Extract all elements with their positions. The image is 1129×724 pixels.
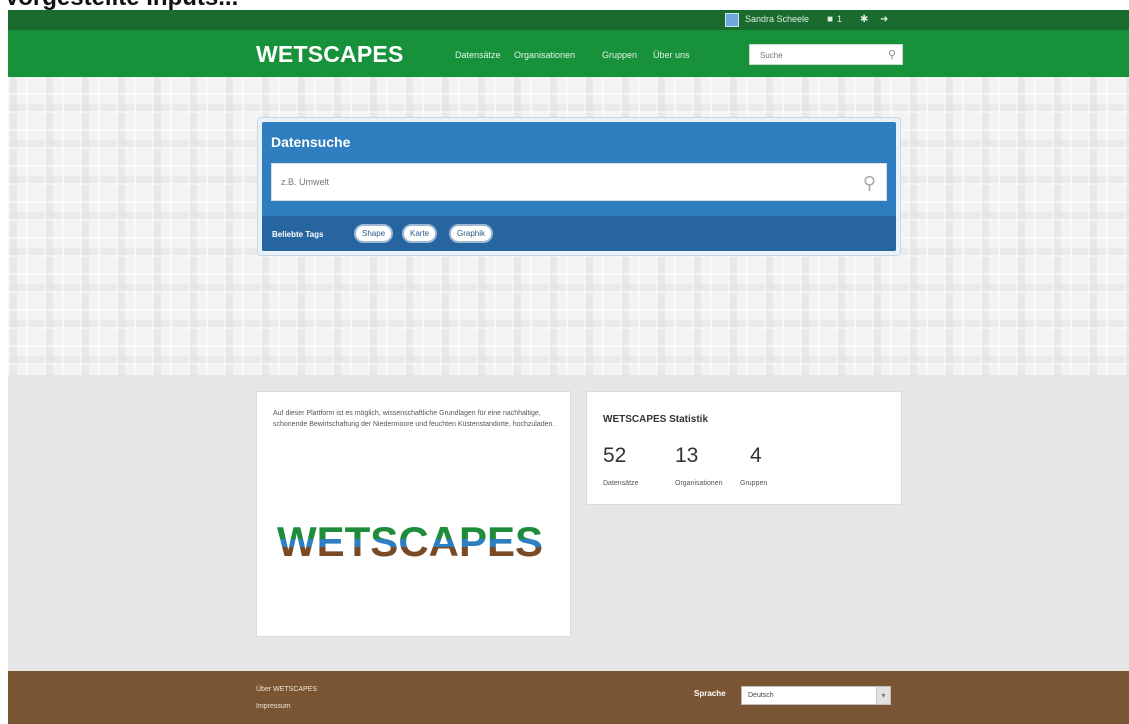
tag-shape[interactable]: Shape xyxy=(354,224,394,243)
language-select[interactable]: Deutsch ▾ xyxy=(741,686,891,705)
footer-link-about[interactable]: Über WETSCAPES xyxy=(256,686,317,693)
stats-title: WETSCAPES Statistik xyxy=(603,414,709,425)
dashboard-icon[interactable]: ■ xyxy=(827,13,833,27)
stat-groups-label[interactable]: Gruppen xyxy=(740,480,767,487)
dataset-search-panel: Datensuche ⚲ Beliebte Tags Shape Karte G… xyxy=(258,118,900,255)
wetscapes-logo-text: WETSCAPES xyxy=(277,518,543,565)
logout-icon[interactable]: ➜ xyxy=(880,13,888,27)
site-logo[interactable]: WETSCAPES xyxy=(256,41,403,68)
dataset-search-title: Datensuche xyxy=(271,134,351,150)
tag-graphik[interactable]: Graphik xyxy=(449,224,494,243)
header-search-input[interactable] xyxy=(750,46,878,65)
nav-datasets[interactable]: Datensätze xyxy=(455,50,501,60)
site-footer: Über WETSCAPES Impressum Sprache Deutsch… xyxy=(8,671,1129,724)
popular-tags-bar: Beliebte Tags Shape Karte Graphik xyxy=(262,216,896,251)
search-icon[interactable]: ⚲ xyxy=(888,48,896,61)
tag-karte[interactable]: Karte xyxy=(402,224,438,243)
user-avatar[interactable] xyxy=(725,13,739,27)
popular-tags-label: Beliebte Tags xyxy=(272,230,324,239)
account-username[interactable]: Sandra Scheele xyxy=(745,14,809,24)
stats-card: WETSCAPES Statistik 52 Datensätze 13 Org… xyxy=(586,391,902,505)
dataset-search-inner: Datensuche ⚲ Beliebte Tags Shape Karte G… xyxy=(262,122,896,251)
hero-banner: Datensuche ⚲ Beliebte Tags Shape Karte G… xyxy=(8,77,1129,375)
nav-organizations[interactable]: Organisationen xyxy=(514,50,575,60)
stat-datasets-label[interactable]: Datensätze xyxy=(603,480,638,487)
stat-organizations-label[interactable]: Organisationen xyxy=(675,480,722,487)
intro-card: Auf dieser Plattform ist es möglich, wis… xyxy=(256,391,571,637)
stat-groups-value[interactable]: 4 xyxy=(750,444,762,468)
dataset-search-input[interactable] xyxy=(272,164,832,200)
language-select-value[interactable]: Deutsch xyxy=(748,692,774,699)
wetscapes-logo: WETSCAPES xyxy=(277,518,543,565)
nav-groups[interactable]: Gruppen xyxy=(602,50,637,60)
footer-link-imprint[interactable]: Impressum xyxy=(256,703,291,710)
nav-about[interactable]: Über uns xyxy=(653,50,690,60)
header-search: ⚲ xyxy=(749,44,903,65)
dataset-search-field: ⚲ xyxy=(271,163,887,201)
stat-datasets-value[interactable]: 52 xyxy=(603,444,626,468)
intro-text: Auf dieser Plattform ist es möglich, wis… xyxy=(273,410,555,428)
language-label: Sprache xyxy=(694,689,726,698)
search-icon[interactable]: ⚲ xyxy=(863,173,876,194)
account-bar: Sandra Scheele ■ 1 ✱ ➜ xyxy=(8,10,1129,30)
chevron-down-icon[interactable]: ▾ xyxy=(876,687,890,704)
stat-organizations-value[interactable]: 13 xyxy=(675,444,698,468)
site-header: WETSCAPES Datensätze Organisationen Grup… xyxy=(8,30,1129,77)
browser-viewport: Sandra Scheele ■ 1 ✱ ➜ WETSCAPES Datensä… xyxy=(8,10,1129,724)
notification-count[interactable]: 1 xyxy=(837,14,842,24)
gear-icon[interactable]: ✱ xyxy=(860,13,868,27)
